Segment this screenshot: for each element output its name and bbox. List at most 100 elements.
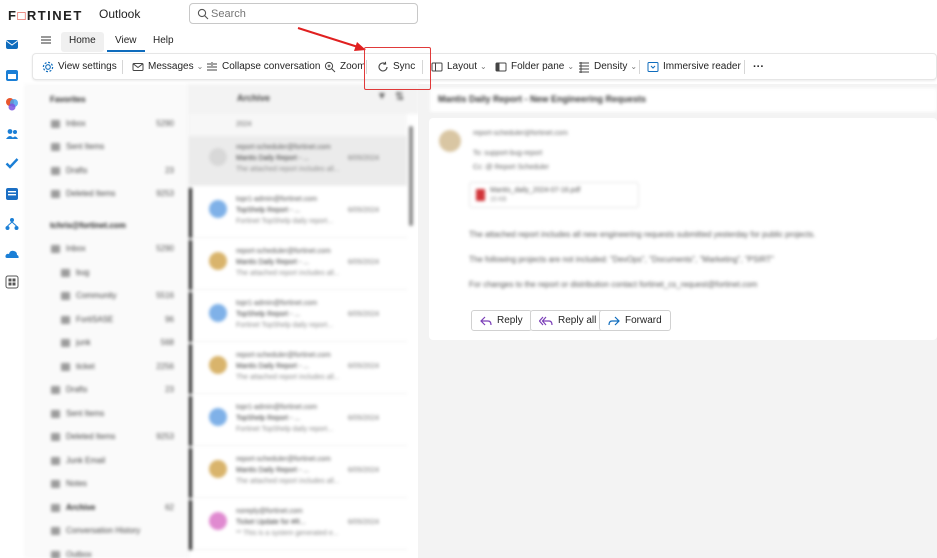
reply-label: Reply (497, 315, 523, 326)
folder-item[interactable]: Junk Email (24, 451, 188, 471)
message-list-item[interactable]: topr1-admin@fortinet.com TopShelp Report … (189, 292, 407, 342)
folder-item[interactable]: Deleted Items 9253 (24, 427, 188, 447)
density-label: Density (594, 61, 628, 72)
account-header[interactable]: tchris@fortinet.com (24, 216, 188, 236)
unread-indicator (189, 344, 192, 394)
tab-help[interactable]: Help (145, 32, 182, 52)
message-preview: The attached report includes all... (236, 374, 340, 381)
filter-icon[interactable]: ▼ (377, 91, 387, 102)
message-sender: report-scheduler@fortinet.com (236, 456, 331, 463)
folder-name: FortiSASE (76, 314, 114, 324)
message-list-folder-title: Archive (237, 93, 271, 103)
folder-item[interactable]: Drafts 23 (24, 380, 188, 400)
layout-button[interactable]: Layout ⌄ (431, 54, 487, 79)
folder-count: 9253 (156, 432, 174, 441)
folder-name: Sent Items (66, 408, 105, 418)
onedrive-icon[interactable] (5, 247, 19, 261)
layout-icon (431, 62, 443, 71)
folder-item[interactable]: Outbox (24, 545, 188, 558)
folder-name: Inbox (66, 244, 86, 253)
density-button[interactable]: Density ⌄ (578, 54, 637, 79)
message-list-item[interactable]: topr1-admin@fortinet.com TopShelp Report … (189, 188, 407, 238)
folder-item[interactable]: bug (24, 263, 188, 283)
message-list-item[interactable]: topr1-admin@fortinet.com TopShelp Report … (189, 396, 407, 446)
tab-view[interactable]: View (107, 32, 145, 52)
attachment[interactable]: Mantis_daily_2024-07-16.pdf 15 KB (469, 182, 639, 208)
folder-icon (51, 119, 60, 128)
hamburger-menu-icon[interactable] (40, 34, 52, 46)
immersive-reader-label: Immersive reader (663, 61, 741, 72)
message-date: 6/05/2024 (347, 259, 379, 266)
view-settings-label: View settings (58, 61, 117, 72)
folder-name: Notes (66, 479, 87, 488)
folder-item[interactable]: Conversation History (24, 521, 188, 541)
org-chart-icon[interactable] (5, 217, 19, 231)
reply-all-button[interactable]: Reply all (530, 310, 606, 331)
email-cc: Cc: @ Report Scheduler (473, 164, 549, 171)
tab-home[interactable]: Home (61, 32, 104, 52)
divider (744, 60, 745, 74)
favorites-header[interactable]: Favorites (24, 90, 188, 110)
unread-indicator (189, 396, 192, 446)
folder-item[interactable]: ticket 2256 (24, 357, 188, 377)
people-icon[interactable] (5, 127, 19, 141)
message-preview: ** This is a system generated e... (236, 530, 339, 537)
email-body-line: The attached report includes all new eng… (469, 230, 816, 239)
copilot-icon[interactable] (5, 97, 19, 111)
word-icon[interactable] (5, 187, 19, 201)
reply-icon (480, 316, 492, 325)
avatar (209, 252, 227, 270)
message-list-item[interactable]: noreply@fortinet.com Ticket Update for #R… (189, 500, 407, 550)
sync-highlight-box (364, 47, 431, 90)
email-subject: Mantis Daily Report - New Engineering Re… (430, 88, 937, 112)
message-list-item[interactable]: report-scheduler@fortinet.com Mantis Dail… (189, 240, 407, 290)
folder-item[interactable]: Sent Items (24, 404, 188, 424)
chevron-down-icon: ⌄ (196, 62, 204, 71)
message-list-scrollbar[interactable] (409, 126, 413, 226)
message-list-item[interactable]: report-scheduler@fortinet.com Mantis Dail… (189, 344, 407, 394)
folder-item[interactable]: Inbox 5290 (24, 239, 188, 259)
message-sender: noreply@fortinet.com (236, 508, 303, 515)
avatar (209, 512, 227, 530)
folder-item[interactable]: Notes (24, 474, 188, 494)
calendar-icon[interactable] (5, 68, 19, 82)
search-input[interactable] (211, 6, 411, 21)
folder-pane-button[interactable]: Folder pane ⌄ (495, 54, 574, 79)
folder-item[interactable]: Deleted Items 9253 (24, 184, 188, 204)
forward-button[interactable]: Forward (599, 310, 671, 331)
message-list-item[interactable]: report-scheduler@fortinet.com Mantis Dail… (189, 136, 407, 186)
folder-icon (61, 292, 70, 300)
messages-button[interactable]: Messages ⌄ (132, 54, 203, 79)
folder-count: 96 (165, 314, 174, 324)
folder-item[interactable]: FortiSASE 96 (24, 310, 188, 330)
folder-count: 5290 (156, 118, 174, 128)
folder-name: Conversation History (66, 526, 141, 535)
folder-icon (51, 245, 60, 253)
immersive-reader-button[interactable]: Immersive reader (647, 54, 741, 79)
layout-label: Layout (447, 61, 478, 72)
message-date: 6/05/2024 (347, 311, 379, 318)
folder-name: Deleted Items (66, 189, 116, 198)
folder-item[interactable]: Archive 62 (24, 498, 188, 518)
todo-icon[interactable] (5, 156, 19, 170)
folder-name: Deleted Items (66, 432, 116, 441)
folder-item[interactable]: Drafts 23 (24, 161, 188, 181)
top-bar: F□RTINET Outlook (0, 0, 937, 30)
message-sender: report-scheduler@fortinet.com (236, 144, 331, 151)
attachment-name: Mantis_daily_2024-07-16.pdf (490, 187, 581, 194)
folder-item[interactable]: Community 5516 (24, 286, 188, 306)
folder-name: Community (76, 291, 117, 300)
mail-icon[interactable] (5, 37, 19, 51)
folder-item[interactable]: Inbox 5290 (24, 114, 188, 134)
message-subject: TopShelp Report - ... (236, 311, 301, 318)
email-body-line: The following projects are not included:… (469, 255, 774, 264)
message-list-item[interactable]: report-scheduler@fortinet.com Mantis Dail… (189, 448, 407, 498)
apps-icon[interactable] (5, 275, 19, 289)
folder-item[interactable]: junk 568 (24, 333, 188, 353)
avatar (209, 304, 227, 322)
more-options-button[interactable]: ··· (753, 54, 764, 79)
reply-button[interactable]: Reply (471, 310, 532, 331)
sort-icon[interactable]: ⇅ (395, 90, 404, 103)
view-settings-button[interactable]: View settings (42, 54, 117, 79)
folder-item[interactable]: Sent Items (24, 137, 188, 157)
